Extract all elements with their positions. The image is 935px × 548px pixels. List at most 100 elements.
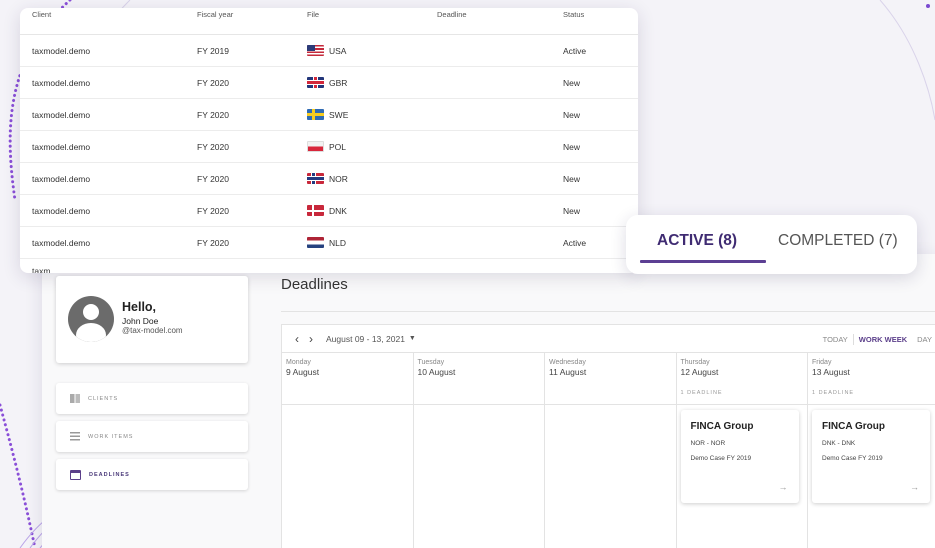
tab-active[interactable]: ACTIVE (8) bbox=[657, 232, 737, 250]
profile-greeting: Hello, bbox=[122, 300, 157, 314]
tab-completed[interactable]: COMPLETED (7) bbox=[778, 232, 898, 250]
row-file-label: GBR bbox=[329, 77, 348, 88]
row-status: Active bbox=[563, 45, 587, 56]
nav-item-work-items[interactable]: WORK ITEMS bbox=[56, 421, 248, 452]
building-icon bbox=[70, 394, 80, 403]
row-client: taxmodel.demo bbox=[32, 45, 91, 56]
calendar-body: Monday 9 August Tuesday 10 August Wednes… bbox=[282, 353, 935, 548]
usa-flag-icon bbox=[307, 45, 324, 56]
row-file: SWE bbox=[307, 109, 437, 120]
table-header: Client Fiscal year File Deadline Status bbox=[20, 8, 638, 35]
day-column-friday: Friday 13 August 1 DEADLINE FINCA Group … bbox=[808, 353, 935, 548]
day-header: Tuesday 10 August bbox=[413, 353, 544, 405]
row-client: taxmodel.demo bbox=[32, 141, 91, 152]
table-row[interactable]: taxmodel.demo FY 2020 GBR New bbox=[20, 67, 638, 99]
day-name: Tuesday bbox=[417, 359, 445, 366]
row-file: USA bbox=[307, 45, 437, 56]
chevron-right-icon[interactable]: › bbox=[304, 332, 318, 346]
calendar-toolbar: ‹ › August 09 - 13, 2021 ▼ TODAY WORK WE… bbox=[282, 325, 935, 353]
row-fiscal-year: FY 2020 bbox=[197, 237, 229, 248]
column-header-status[interactable]: Status bbox=[563, 10, 633, 19]
row-client: taxmodel.demo bbox=[32, 205, 91, 216]
day-date: 9 August bbox=[286, 367, 320, 377]
row-fiscal-year: FY 2020 bbox=[197, 173, 229, 184]
row-fiscal-year: FY 2020 bbox=[197, 77, 229, 88]
day-date: 11 August bbox=[549, 367, 587, 377]
list-icon bbox=[70, 432, 80, 441]
row-file: GBR bbox=[307, 77, 437, 88]
avatar bbox=[68, 296, 114, 342]
day-column-tuesday: Tuesday 10 August bbox=[413, 353, 545, 548]
day-column-monday: Monday 9 August bbox=[282, 353, 414, 548]
title-divider bbox=[281, 311, 935, 312]
event-title: FINCA Group bbox=[690, 421, 754, 432]
column-header-file[interactable]: File bbox=[307, 10, 437, 19]
day-name: Monday bbox=[286, 359, 311, 366]
deadline-event-card[interactable]: FINCA Group NOR - NOR Demo Case FY 2019 … bbox=[680, 410, 799, 503]
day-header: Friday 13 August 1 DEADLINE bbox=[808, 353, 935, 405]
view-switch: TODAY WORK WEEK DAY bbox=[818, 334, 935, 345]
row-file-label: DNK bbox=[329, 205, 347, 216]
row-file-label: NLD bbox=[329, 237, 347, 248]
row-fiscal-year: FY 2019 bbox=[197, 45, 229, 56]
event-file-code: NOR - NOR bbox=[690, 440, 726, 447]
row-client: taxm bbox=[32, 266, 51, 273]
column-header-client[interactable]: Client bbox=[20, 10, 197, 19]
row-status: New bbox=[563, 77, 581, 88]
event-file-code: DNK - DNK bbox=[822, 440, 856, 447]
deadline-calendar: ‹ › August 09 - 13, 2021 ▼ TODAY WORK WE… bbox=[281, 324, 935, 548]
status-tabs: ACTIVE (8) COMPLETED (7) bbox=[626, 215, 917, 274]
nav-item-clients[interactable]: CLIENTS bbox=[56, 383, 248, 414]
table-row[interactable]: taxmodel.demo FY 2020 DNK New bbox=[20, 195, 638, 227]
table-row[interactable]: taxmodel.demo FY 2020 POL New bbox=[20, 131, 638, 163]
active-tab-indicator bbox=[640, 260, 766, 263]
files-table: Client Fiscal year File Deadline Status … bbox=[20, 8, 638, 273]
view-work-week-button[interactable]: WORK WEEK bbox=[854, 335, 912, 344]
deadline-count: 1 DEADLINE bbox=[812, 390, 855, 396]
deadline-count: 1 DEADLINE bbox=[680, 390, 723, 396]
deadline-event-card[interactable]: FINCA Group DNK - DNK Demo Case FY 2019 … bbox=[812, 410, 930, 503]
row-file-label: NOR bbox=[329, 173, 348, 184]
view-today-button[interactable]: TODAY bbox=[818, 335, 853, 344]
nor-flag-icon bbox=[307, 173, 324, 184]
table-row[interactable]: taxmodel.demo FY 2020 SWE New bbox=[20, 99, 638, 131]
nav-item-label: WORK ITEMS bbox=[88, 433, 134, 440]
day-header: Monday 9 August bbox=[282, 353, 413, 405]
day-name: Thursday bbox=[680, 359, 710, 366]
table-row[interactable]: taxm bbox=[20, 259, 638, 273]
row-client: taxmodel.demo bbox=[32, 109, 91, 120]
pol-flag-icon bbox=[307, 141, 324, 152]
swe-flag-icon bbox=[307, 109, 324, 120]
row-file-label: SWE bbox=[329, 109, 349, 120]
row-file: POL bbox=[307, 141, 437, 152]
caret-down-icon[interactable]: ▼ bbox=[409, 335, 416, 342]
row-fiscal-year: FY 2020 bbox=[197, 205, 229, 216]
column-header-fiscal-year[interactable]: Fiscal year bbox=[197, 10, 307, 19]
profile-email: @tax-model.com bbox=[122, 326, 183, 335]
nav-item-label: CLIENTS bbox=[88, 395, 119, 402]
day-date: 12 August bbox=[680, 367, 719, 377]
dnk-flag-icon bbox=[307, 205, 324, 216]
view-day-button[interactable]: DAY bbox=[912, 335, 935, 344]
chevron-left-icon[interactable]: ‹ bbox=[290, 332, 304, 346]
profile-name: John Doe bbox=[122, 316, 159, 326]
day-name: Friday bbox=[812, 359, 832, 366]
table-row[interactable]: taxmodel.demo FY 2020 NLD Active bbox=[20, 227, 638, 259]
row-fiscal-year: FY 2020 bbox=[197, 141, 229, 152]
day-header: Wednesday 11 August bbox=[545, 353, 676, 405]
arrow-right-icon[interactable]: → bbox=[779, 482, 788, 492]
column-header-deadline[interactable]: Deadline bbox=[437, 10, 563, 19]
date-range-label[interactable]: August 09 - 13, 2021 bbox=[326, 334, 405, 344]
row-file-label: POL bbox=[329, 141, 347, 152]
day-column-wednesday: Wednesday 11 August bbox=[545, 353, 677, 548]
table-row[interactable]: taxmodel.demo FY 2019 USA Active bbox=[20, 35, 638, 67]
table-row[interactable]: taxmodel.demo FY 2020 NOR New bbox=[20, 163, 638, 195]
row-client: taxmodel.demo bbox=[32, 77, 91, 88]
nav-item-deadlines[interactable]: DEADLINES bbox=[56, 459, 248, 490]
event-case: Demo Case FY 2019 bbox=[690, 455, 752, 462]
event-case: Demo Case FY 2019 bbox=[822, 455, 883, 462]
arrow-right-icon[interactable]: → bbox=[910, 482, 919, 492]
row-client: taxmodel.demo bbox=[32, 173, 91, 184]
profile-card: Hello, John Doe @tax-model.com bbox=[56, 276, 248, 363]
row-status: New bbox=[563, 141, 581, 152]
